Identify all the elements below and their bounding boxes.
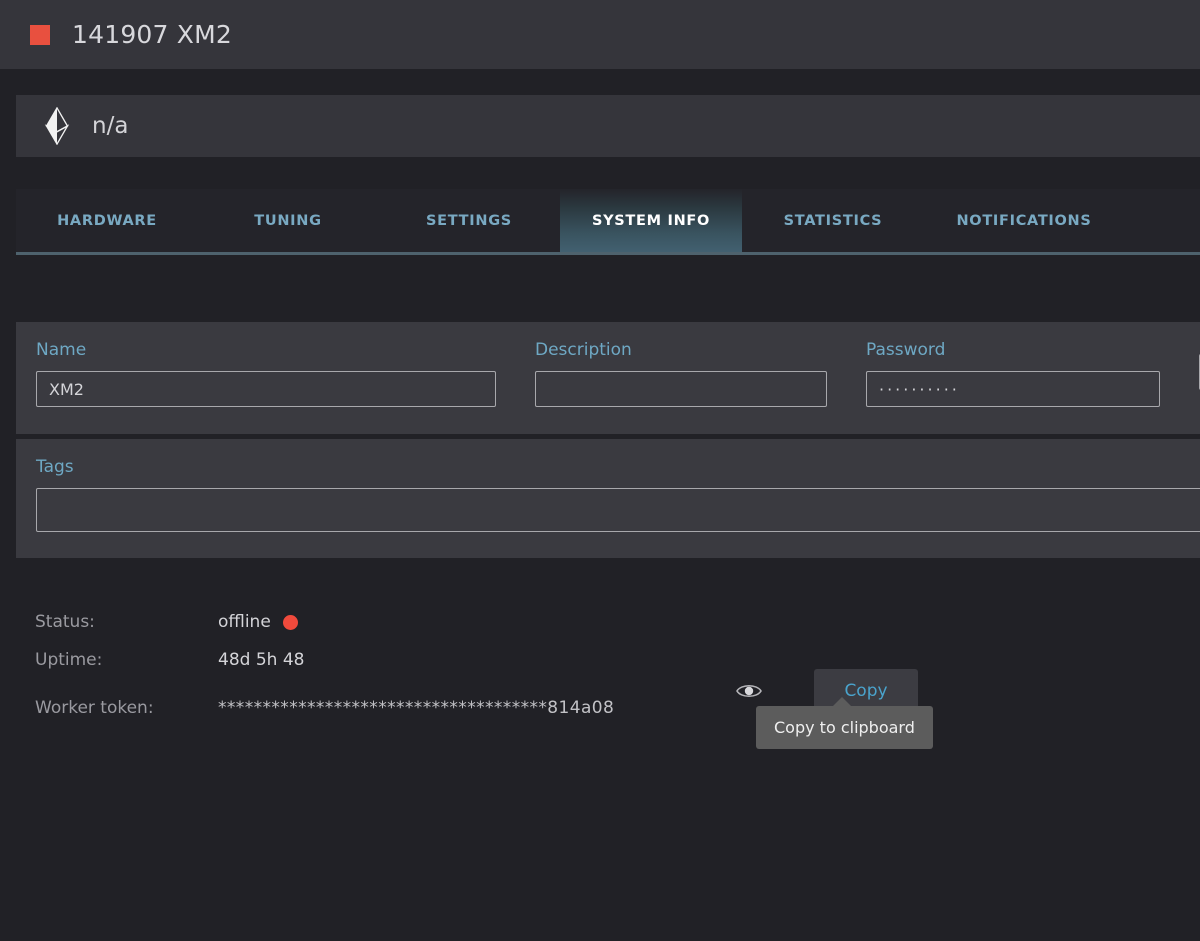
tab-hardware[interactable]: HARDWARE — [16, 189, 198, 252]
tab-system-info[interactable]: SYSTEM INFO — [560, 189, 742, 252]
name-input[interactable] — [36, 371, 496, 407]
tab-settings[interactable]: SETTINGS — [378, 189, 560, 252]
status-row-worker-token: Worker token: **************************… — [35, 689, 1200, 727]
field-tags: Tags — [36, 459, 1200, 532]
field-password-label: Password — [866, 340, 946, 360]
system-status-block: Status: offline Uptime: 48d 5h 48 Worker… — [35, 603, 1200, 749]
field-password: Password — [866, 342, 1160, 407]
status-value-group: offline — [218, 612, 298, 632]
tab-statistics[interactable]: STATISTICS — [742, 189, 924, 252]
ethereum-icon — [44, 107, 70, 145]
field-name: Name — [36, 342, 496, 407]
tab-notifications[interactable]: NOTIFICATIONS — [924, 189, 1124, 252]
window-titlebar: 141907 XM2 — [0, 0, 1200, 69]
coin-bar: n/a — [16, 95, 1200, 157]
tab-underline — [16, 252, 1200, 255]
coin-label: n/a — [92, 113, 129, 139]
uptime-value: 48d 5h 48 — [218, 650, 305, 670]
field-description-label: Description — [535, 340, 632, 360]
tags-input[interactable] — [36, 488, 1200, 532]
status-label: Status: — [35, 612, 95, 632]
field-name-label: Name — [36, 340, 87, 360]
field-description: Description — [535, 342, 827, 407]
worker-token-label: Worker token: — [35, 698, 154, 718]
page-title: 141907 XM2 — [72, 20, 232, 49]
tab-tuning[interactable]: TUNING — [198, 189, 378, 252]
description-input[interactable] — [535, 371, 827, 407]
tab-bar: HARDWARE TUNING SETTINGS SYSTEM INFO STA… — [16, 189, 1200, 252]
identity-panel: Name Description Password — [16, 322, 1200, 434]
field-tags-label: Tags — [36, 457, 74, 477]
eye-icon[interactable] — [732, 676, 766, 706]
uptime-label: Uptime: — [35, 650, 103, 670]
password-input[interactable] — [866, 371, 1160, 407]
copy-tooltip: Copy to clipboard — [756, 697, 933, 749]
status-color-swatch — [30, 24, 50, 45]
tags-panel: Tags — [16, 439, 1200, 558]
coin-bar-wrapper: n/a — [0, 69, 1200, 157]
status-row-status: Status: offline — [35, 603, 1200, 641]
status-badge — [282, 614, 298, 630]
worker-token-value: *************************************814… — [218, 698, 615, 718]
status-value: offline — [218, 612, 271, 632]
status-row-uptime: Uptime: 48d 5h 48 — [35, 641, 1200, 679]
